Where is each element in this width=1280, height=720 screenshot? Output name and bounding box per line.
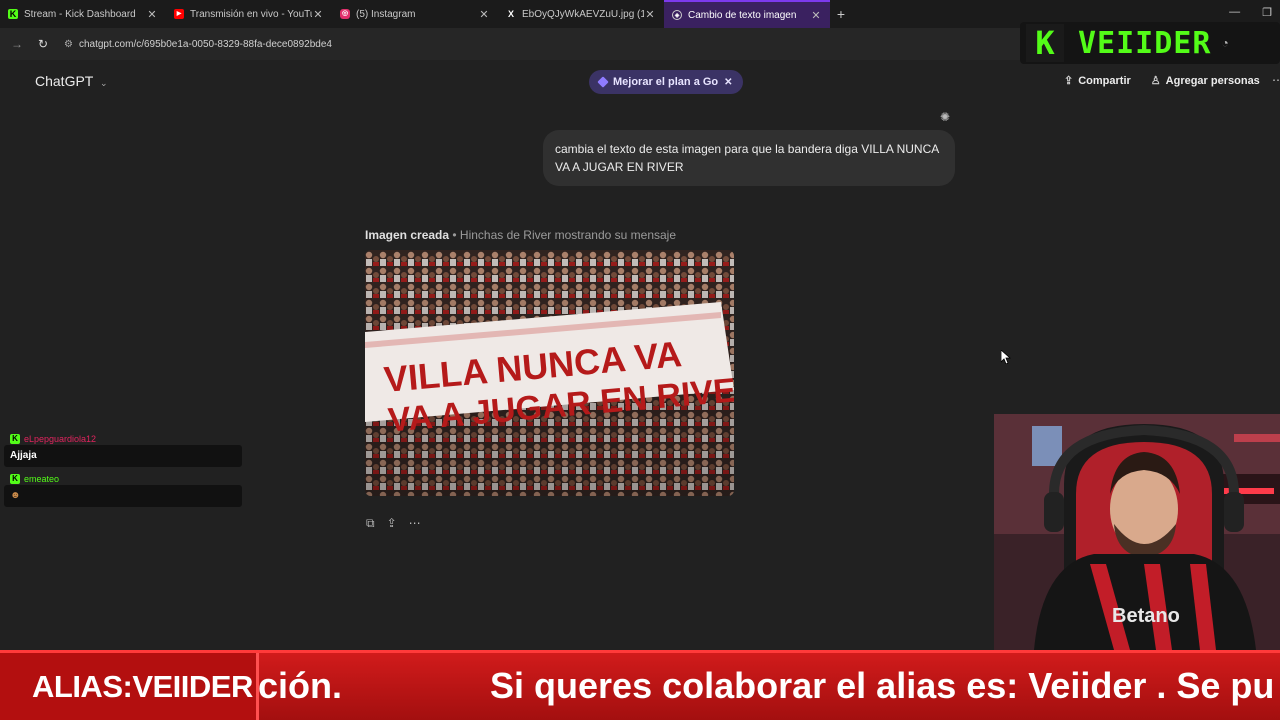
add-person-icon: ♙ xyxy=(1150,75,1161,87)
tab-title: Stream - Kick Dashboard xyxy=(24,8,136,20)
kick-logo-icon: K xyxy=(1026,24,1064,62)
webcam-feed: Betano xyxy=(994,414,1280,650)
tab-chatgpt[interactable]: ◈ Cambio de texto imagen ✕ xyxy=(664,0,830,28)
tab-title: (5) Instagram xyxy=(356,8,416,20)
minimize-icon[interactable]: — xyxy=(1229,6,1240,19)
window-controls: — ❐ xyxy=(1229,6,1272,19)
streamer-webcam-image: Betano xyxy=(994,414,1280,650)
share-icon[interactable]: ⇪ xyxy=(387,516,397,531)
reload-icon[interactable]: ↻ xyxy=(34,37,52,51)
tab-youtube[interactable]: ▶ Transmisión en vivo - YouTube ✕ xyxy=(166,0,332,28)
close-icon[interactable]: ✕ xyxy=(478,8,490,21)
image-caption: Imagen creada • Hinchas de River mostran… xyxy=(365,228,676,242)
tab-title: EbOyQJyWkAEVZuU.jpg (1187× xyxy=(522,8,644,20)
close-icon[interactable]: ✕ xyxy=(724,77,732,88)
site-info-icon[interactable]: ⚙ xyxy=(64,39,73,50)
x-icon: X xyxy=(507,9,514,19)
ticker-text-b: Si queres colaborar el alias es: Veiider… xyxy=(490,665,1275,706)
chat-username-row: K emeateo xyxy=(10,474,59,484)
copy-icon[interactable]: ⧉ xyxy=(366,516,375,531)
ticker-message: ción. Si queres colaborar el alias es: Ve… xyxy=(258,665,1274,707)
model-label: ChatGPT xyxy=(35,73,94,89)
close-icon[interactable]: ✕ xyxy=(810,9,822,22)
tab-title: Cambio de texto imagen xyxy=(688,9,797,21)
share-button[interactable]: ⇪ Compartir xyxy=(1064,74,1131,87)
emote-icon: ☻ xyxy=(10,490,21,501)
maximize-icon[interactable]: ❐ xyxy=(1262,6,1272,19)
url-field[interactable]: ⚙ chatgpt.com/c/695b0e1a-0050-8329-88fa-… xyxy=(64,39,332,50)
chevron-down-icon: ⌄ xyxy=(100,78,108,88)
alias-label: ALIAS:VEIIDER xyxy=(0,653,258,720)
youtube-icon: ▶ xyxy=(174,9,184,19)
upgrade-label: Mejorar el plan a Go xyxy=(613,76,719,88)
user-message: cambia el texto de esta imagen para que … xyxy=(543,130,955,186)
more-options-icon[interactable]: ⋯ xyxy=(409,516,421,531)
chat-username: eLpepguardiola12 xyxy=(24,434,97,444)
ticker-text-a: ción. xyxy=(258,665,343,706)
close-icon[interactable]: ✕ xyxy=(146,8,158,21)
tab-x-image[interactable]: X EbOyQJyWkAEVZuU.jpg (1187× ✕ xyxy=(498,0,664,28)
kick-badge-icon: K xyxy=(10,434,20,444)
streamer-name: VEIIDER xyxy=(1078,25,1212,61)
extension-icon[interactable]: ◔ xyxy=(1221,36,1228,50)
tab-instagram[interactable]: ◎ (5) Instagram ✕ xyxy=(332,0,498,28)
chat-username: emeateo xyxy=(24,474,60,484)
instagram-icon: ◎ xyxy=(340,9,350,19)
streamer-logo: K VEIIDER ◔ xyxy=(1020,22,1280,64)
upgrade-plan-button[interactable]: Mejorar el plan a Go ✕ xyxy=(589,70,743,94)
jersey-sponsor: Betano xyxy=(1112,605,1180,627)
image-actions: ⧉ ⇪ ⋯ xyxy=(366,516,421,531)
close-icon[interactable]: ✕ xyxy=(644,8,656,21)
tab-kick-dashboard[interactable]: K Stream - Kick Dashboard ✕ xyxy=(0,0,166,28)
stadium-banner-image: VILLA NUNCA VA VA A JUGAR EN RIVER xyxy=(365,250,734,496)
share-icon: ⇪ xyxy=(1064,75,1074,87)
loading-icon: ✺ xyxy=(940,110,951,124)
generated-image[interactable]: VILLA NUNCA VA VA A JUGAR EN RIVER xyxy=(365,250,734,496)
add-people-label: Agregar personas xyxy=(1165,75,1260,87)
chatgpt-icon: ◈ xyxy=(672,10,682,20)
share-label: Compartir xyxy=(1078,75,1131,87)
chat-username-row: K eLpepguardiola12 xyxy=(10,434,96,444)
chat-message: ☻ xyxy=(4,485,242,507)
image-created-label: Imagen creada xyxy=(365,228,450,242)
tab-title: Transmisión en vivo - YouTube xyxy=(190,8,312,20)
url-text: chatgpt.com/c/695b0e1a-0050-8329-88fa-de… xyxy=(78,38,332,50)
chatgpt-header: ChatGPT ⌄ Mejorar el plan a Go ✕ ⇪ Compar… xyxy=(0,60,1280,104)
kick-icon: K xyxy=(8,9,18,19)
model-selector[interactable]: ChatGPT ⌄ xyxy=(35,73,108,89)
header-actions: ⇪ Compartir ♙ Agregar personas xyxy=(1064,74,1260,87)
forward-icon[interactable]: → xyxy=(8,37,26,51)
close-icon[interactable]: ✕ xyxy=(312,8,324,21)
sparkle-icon xyxy=(597,76,609,88)
mouse-cursor xyxy=(1001,350,1011,364)
donation-ticker: ALIAS:VEIIDER ción. Si queres colaborar e… xyxy=(0,650,1280,720)
kick-badge-icon: K xyxy=(10,474,20,484)
chat-message: Ajjaja xyxy=(4,445,242,467)
image-title: • Hinchas de River mostrando su mensaje xyxy=(452,228,677,242)
chat-message-text: Ajjaja xyxy=(10,450,37,461)
more-options-icon[interactable]: ⋯ xyxy=(1272,73,1280,87)
new-tab-button[interactable]: + xyxy=(830,6,852,22)
add-people-button[interactable]: ♙ Agregar personas xyxy=(1151,74,1260,87)
